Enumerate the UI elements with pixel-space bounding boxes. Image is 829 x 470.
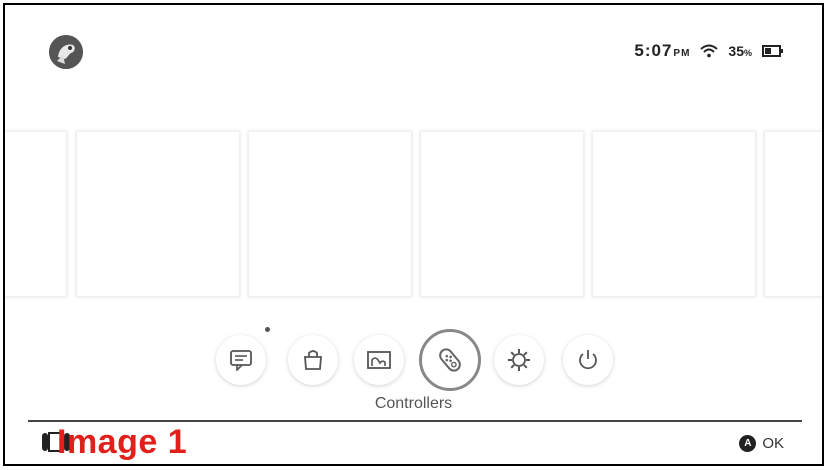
power-button[interactable] xyxy=(563,335,613,385)
status-bar: 5:07PM 35% xyxy=(634,41,784,61)
home-menu-dock xyxy=(5,327,822,392)
gear-icon xyxy=(508,349,530,371)
news-icon xyxy=(230,350,252,371)
news-button[interactable] xyxy=(216,335,266,385)
ok-hint[interactable]: A OK xyxy=(739,435,784,452)
clock-time: 5:07 xyxy=(634,41,673,60)
game-tiles-row xyxy=(5,131,822,297)
game-tile[interactable] xyxy=(764,131,822,297)
clock: 5:07PM xyxy=(634,41,690,61)
game-tile[interactable] xyxy=(76,131,240,297)
footer-divider xyxy=(28,420,802,422)
game-tile[interactable] xyxy=(592,131,756,297)
controllers-button[interactable] xyxy=(419,329,481,391)
album-button[interactable] xyxy=(354,335,404,385)
album-icon xyxy=(367,351,391,369)
avatar-icon xyxy=(49,35,83,69)
joycon-icon xyxy=(439,348,461,372)
image-overlay-label: Image 1 xyxy=(57,423,188,461)
shop-button[interactable] xyxy=(288,335,338,385)
shopping-bag-icon xyxy=(304,350,322,370)
wifi-icon xyxy=(700,44,719,58)
battery-unit: % xyxy=(743,48,752,58)
ok-label: OK xyxy=(762,435,784,452)
game-tile[interactable] xyxy=(5,131,67,297)
a-button-icon: A xyxy=(739,435,757,452)
game-tile[interactable] xyxy=(248,131,412,297)
screen-frame: 5:07PM 35% Controllers Image 1 A OK xyxy=(3,3,824,466)
battery-percent: 35% xyxy=(728,43,752,59)
user-avatar[interactable] xyxy=(49,35,83,69)
power-icon xyxy=(579,350,597,370)
notification-dot xyxy=(265,327,270,332)
battery-icon xyxy=(762,45,783,57)
selected-item-label: Controllers xyxy=(374,395,453,412)
battery-value: 35 xyxy=(728,43,744,59)
settings-button[interactable] xyxy=(494,335,544,385)
game-tile[interactable] xyxy=(420,131,584,297)
clock-ampm: PM xyxy=(673,48,691,59)
